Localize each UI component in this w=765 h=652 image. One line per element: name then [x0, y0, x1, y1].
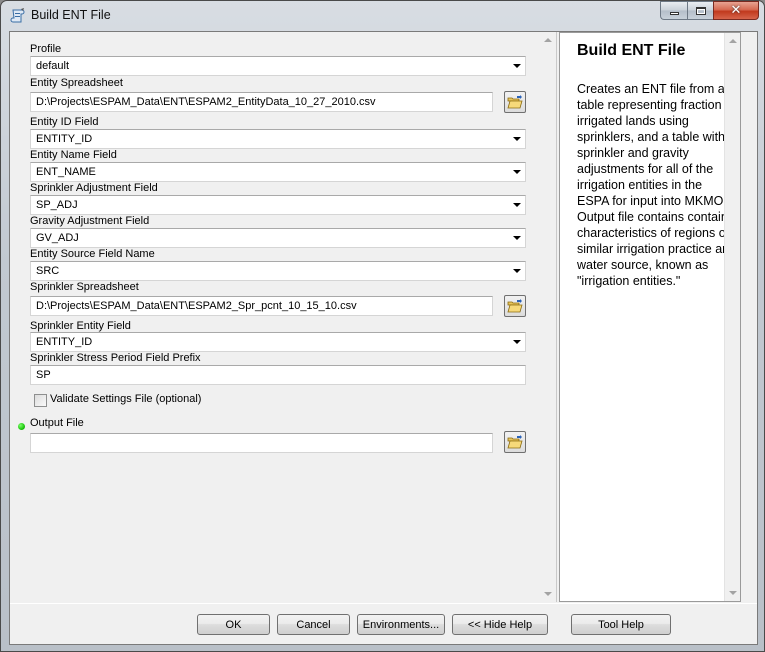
help-title: Build ENT File [577, 42, 686, 59]
sprinkler-stress-period-prefix-input[interactable]: SP [30, 365, 526, 385]
sprinkler-adjustment-field-label: Sprinkler Adjustment Field [30, 182, 158, 194]
dialog-button-bar: OK Cancel Environments... << Hide Help T… [10, 603, 757, 644]
title-bar[interactable]: Build ENT File ✕ [1, 1, 764, 31]
parameters-pane: Profile default Entity Spreadsheet D:\Pr… [10, 32, 557, 602]
entity-spreadsheet-value: D:\Projects\ESPAM_Data\ENT\ESPAM2_Entity… [36, 96, 376, 108]
gravity-adjustment-field-label: Gravity Adjustment Field [30, 215, 150, 227]
profile-value: default [36, 60, 70, 72]
entity-id-field-label: Entity ID Field [30, 116, 99, 128]
sprinkler-spreadsheet-browse-button[interactable] [504, 295, 526, 317]
scroll-down-icon[interactable] [729, 591, 737, 595]
hide-help-button[interactable]: << Hide Help [452, 614, 548, 635]
profile-label: Profile [30, 43, 62, 55]
scroll-up-icon[interactable] [544, 38, 552, 42]
dropdown-arrow-icon[interactable] [513, 236, 521, 240]
entity-spreadsheet-input[interactable]: D:\Projects\ESPAM_Data\ENT\ESPAM2_Entity… [30, 92, 493, 112]
output-file-browse-button[interactable] [504, 431, 526, 453]
sprinkler-adjustment-field-value: SP_ADJ [36, 199, 78, 211]
profile-combo[interactable]: default [30, 56, 526, 76]
help-scrollbar[interactable] [724, 33, 740, 601]
output-file-input[interactable] [30, 433, 493, 453]
ok-button[interactable]: OK [197, 614, 270, 635]
dropdown-arrow-icon[interactable] [513, 137, 521, 141]
entity-spreadsheet-browse-button[interactable] [504, 91, 526, 113]
minimize-button[interactable] [660, 1, 687, 20]
environments-button[interactable]: Environments... [357, 614, 445, 635]
dropdown-arrow-icon[interactable] [513, 203, 521, 207]
entity-source-field-name-combo[interactable]: SRC [30, 261, 526, 281]
validate-settings-checkbox[interactable] [34, 394, 47, 407]
dropdown-arrow-icon[interactable] [513, 64, 521, 68]
open-folder-icon [507, 435, 523, 449]
tool-help-button[interactable]: Tool Help [571, 614, 671, 635]
gravity-adjustment-field-combo[interactable]: GV_ADJ [30, 228, 526, 248]
sprinkler-spreadsheet-label: Sprinkler Spreadsheet [30, 281, 139, 293]
entity-name-field-value: ENT_NAME [36, 166, 96, 178]
sprinkler-spreadsheet-value: D:\Projects\ESPAM_Data\ENT\ESPAM2_Spr_pc… [36, 300, 357, 312]
scroll-down-icon[interactable] [544, 592, 552, 596]
maximize-button[interactable] [687, 1, 713, 20]
close-icon: ✕ [730, 3, 742, 18]
sprinkler-entity-field-value: ENTITY_ID [36, 336, 93, 348]
entity-source-field-name-label: Entity Source Field Name [30, 248, 155, 260]
sprinkler-stress-period-prefix-value: SP [36, 369, 51, 381]
dialog-window: Build ENT File ✕ Profile default Entity … [0, 0, 765, 652]
open-folder-icon [507, 95, 523, 109]
validate-settings-label[interactable]: Validate Settings File (optional) [50, 393, 201, 405]
entity-id-field-combo[interactable]: ENTITY_ID [30, 129, 526, 149]
dropdown-arrow-icon[interactable] [513, 170, 521, 174]
minimize-icon [669, 12, 679, 15]
help-description: Creates an ENT file from a table represe… [577, 82, 737, 288]
entity-name-field-combo[interactable]: ENT_NAME [30, 162, 526, 182]
help-pane: Build ENT File Creates an ENT file from … [559, 32, 741, 602]
sprinkler-spreadsheet-input[interactable]: D:\Projects\ESPAM_Data\ENT\ESPAM2_Spr_pc… [30, 296, 493, 316]
sprinkler-entity-field-label: Sprinkler Entity Field [30, 320, 131, 332]
close-button[interactable]: ✕ [713, 1, 759, 20]
gravity-adjustment-field-value: GV_ADJ [36, 232, 79, 244]
entity-source-field-name-value: SRC [36, 265, 60, 277]
required-indicator-icon [18, 423, 25, 430]
scroll-up-icon[interactable] [729, 39, 737, 43]
dropdown-arrow-icon[interactable] [513, 269, 521, 273]
output-file-label: Output File [30, 417, 84, 429]
sprinkler-entity-field-combo[interactable]: ENTITY_ID [30, 332, 526, 352]
entity-spreadsheet-label: Entity Spreadsheet [30, 77, 123, 89]
entity-id-field-value: ENTITY_ID [36, 133, 93, 145]
tool-script-icon [10, 8, 26, 24]
parameters-scrollbar[interactable] [540, 32, 556, 602]
open-folder-icon [507, 299, 523, 313]
dropdown-arrow-icon[interactable] [513, 340, 521, 344]
window-title: Build ENT File [31, 8, 111, 22]
dialog-client-area: Profile default Entity Spreadsheet D:\Pr… [9, 31, 758, 645]
entity-name-field-label: Entity Name Field [30, 149, 117, 161]
maximize-icon [695, 6, 706, 15]
sprinkler-adjustment-field-combo[interactable]: SP_ADJ [30, 195, 526, 215]
cancel-button[interactable]: Cancel [277, 614, 350, 635]
sprinkler-stress-period-prefix-label: Sprinkler Stress Period Field Prefix [30, 352, 201, 364]
